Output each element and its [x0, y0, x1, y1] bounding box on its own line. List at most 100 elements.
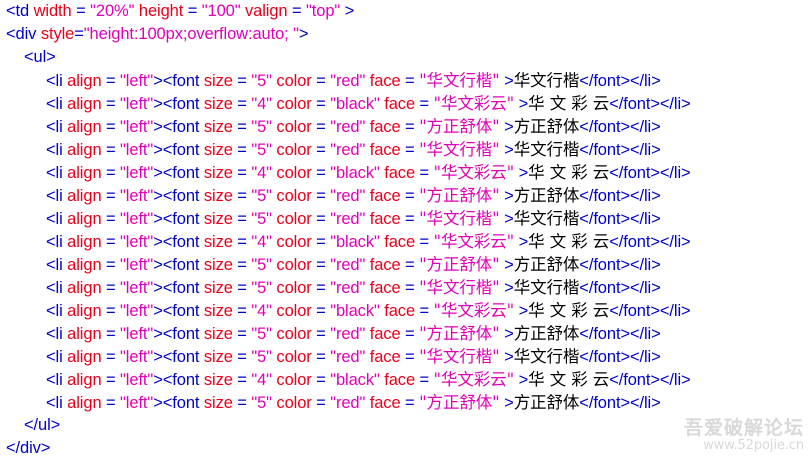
- face-value: "华文彩云": [433, 94, 515, 113]
- font-open: ><font: [153, 302, 200, 320]
- equals: =: [232, 325, 252, 343]
- font-li-close: </font></li>: [609, 233, 691, 251]
- face-attr: face: [369, 210, 401, 228]
- color-value: "black": [330, 95, 380, 113]
- code-line-li: <li align = "left"><font size = "5" colo…: [6, 253, 806, 276]
- equals: =: [311, 348, 331, 366]
- valign-attr: valign: [244, 2, 288, 20]
- font-text: 华 文 彩 云: [528, 94, 610, 113]
- equals: =: [101, 394, 121, 412]
- width-attr: width: [33, 2, 72, 20]
- code-line-li: <li align = "left"><font size = "4" colo…: [6, 368, 806, 391]
- face-value: "华文行楷": [419, 209, 500, 228]
- equals: =: [400, 256, 420, 274]
- align-value: "left": [120, 95, 154, 113]
- align-value: "left": [120, 187, 154, 205]
- gt-bracket: >: [514, 164, 529, 182]
- div-close-tag: </div>: [6, 439, 51, 457]
- equals: =: [311, 210, 331, 228]
- equals: =: [287, 2, 307, 20]
- font-li-close: </font></li>: [609, 95, 691, 113]
- color-attr: color: [276, 118, 312, 136]
- font-open: ><font: [153, 118, 200, 136]
- font-open: ><font: [153, 325, 200, 343]
- code-line-li: <li align = "left"><font size = "4" colo…: [6, 161, 806, 184]
- font-li-close: </font></li>: [579, 394, 661, 412]
- face-value: "华文行楷": [419, 140, 500, 159]
- size-value: "5": [251, 141, 272, 159]
- equals: =: [415, 95, 434, 113]
- size-value: "5": [251, 279, 272, 297]
- color-value: "red": [330, 279, 366, 297]
- size-attr: size: [203, 348, 233, 366]
- align-attr: align: [67, 279, 102, 297]
- color-value: "black": [330, 164, 380, 182]
- equals: =: [232, 371, 252, 389]
- color-attr: color: [276, 233, 312, 251]
- font-open: ><font: [153, 394, 200, 412]
- size-attr: size: [203, 118, 233, 136]
- font-open: ><font: [153, 72, 200, 90]
- face-attr: face: [384, 164, 416, 182]
- equals: =: [400, 279, 420, 297]
- align-attr: align: [67, 348, 102, 366]
- equals: =: [232, 95, 252, 113]
- code-view: <td width = "20%" height = "100" valign …: [6, 0, 806, 460]
- equals: =: [101, 233, 121, 251]
- code-line-li: <li align = "left"><font size = "5" colo…: [6, 69, 806, 92]
- size-attr: size: [203, 256, 233, 274]
- size-attr: size: [203, 210, 233, 228]
- equals: =: [232, 210, 252, 228]
- size-value: "5": [251, 394, 272, 412]
- equals: =: [183, 2, 202, 20]
- font-li-close: </font></li>: [579, 72, 661, 90]
- size-value: "4": [251, 371, 272, 389]
- gt-bracket: >: [499, 72, 514, 90]
- face-attr: face: [369, 141, 401, 159]
- li-open: <li: [46, 72, 63, 90]
- size-attr: size: [203, 371, 233, 389]
- color-attr: color: [276, 325, 312, 343]
- li-open: <li: [46, 256, 63, 274]
- equals: =: [71, 2, 91, 20]
- equals: =: [311, 72, 331, 90]
- font-text: 方正舒体: [513, 117, 580, 136]
- equals: =: [232, 187, 252, 205]
- style-value: "height:100px;overflow:auto; ": [83, 25, 299, 43]
- gt-bracket: >: [499, 187, 514, 205]
- font-open: ><font: [153, 279, 200, 297]
- font-open: ><font: [153, 95, 200, 113]
- face-attr: face: [384, 371, 416, 389]
- code-line-li: <li align = "left"><font size = "5" colo…: [6, 391, 806, 414]
- code-line-li: <li align = "left"><font size = "4" colo…: [6, 299, 806, 322]
- gt-bracket: >: [514, 233, 529, 251]
- size-attr: size: [203, 72, 233, 90]
- equals: =: [311, 279, 331, 297]
- face-value: "方正舒体": [419, 324, 500, 343]
- equals: =: [101, 141, 121, 159]
- font-text: 华文行楷: [513, 347, 580, 366]
- align-attr: align: [67, 233, 102, 251]
- align-value: "left": [120, 72, 154, 90]
- font-open: ><font: [153, 141, 200, 159]
- size-value: "5": [251, 325, 272, 343]
- equals: =: [311, 256, 331, 274]
- color-attr: color: [276, 164, 312, 182]
- font-text: 华文行楷: [513, 209, 580, 228]
- equals: =: [400, 348, 420, 366]
- td-tag: <td: [6, 2, 30, 20]
- watermark-url: www.52pojie.cn: [703, 437, 804, 453]
- align-value: "left": [120, 325, 154, 343]
- equals: =: [232, 141, 252, 159]
- li-open: <li: [46, 141, 63, 159]
- gt-bracket: >: [499, 394, 514, 412]
- font-text: 华 文 彩 云: [528, 163, 610, 182]
- font-li-close: </font></li>: [579, 210, 661, 228]
- font-text: 华 文 彩 云: [528, 232, 610, 251]
- color-value: "red": [330, 210, 366, 228]
- font-text: 华文行楷: [513, 140, 580, 159]
- size-attr: size: [203, 302, 233, 320]
- equals: =: [232, 233, 252, 251]
- valign-value: "top": [306, 2, 341, 20]
- align-attr: align: [67, 256, 102, 274]
